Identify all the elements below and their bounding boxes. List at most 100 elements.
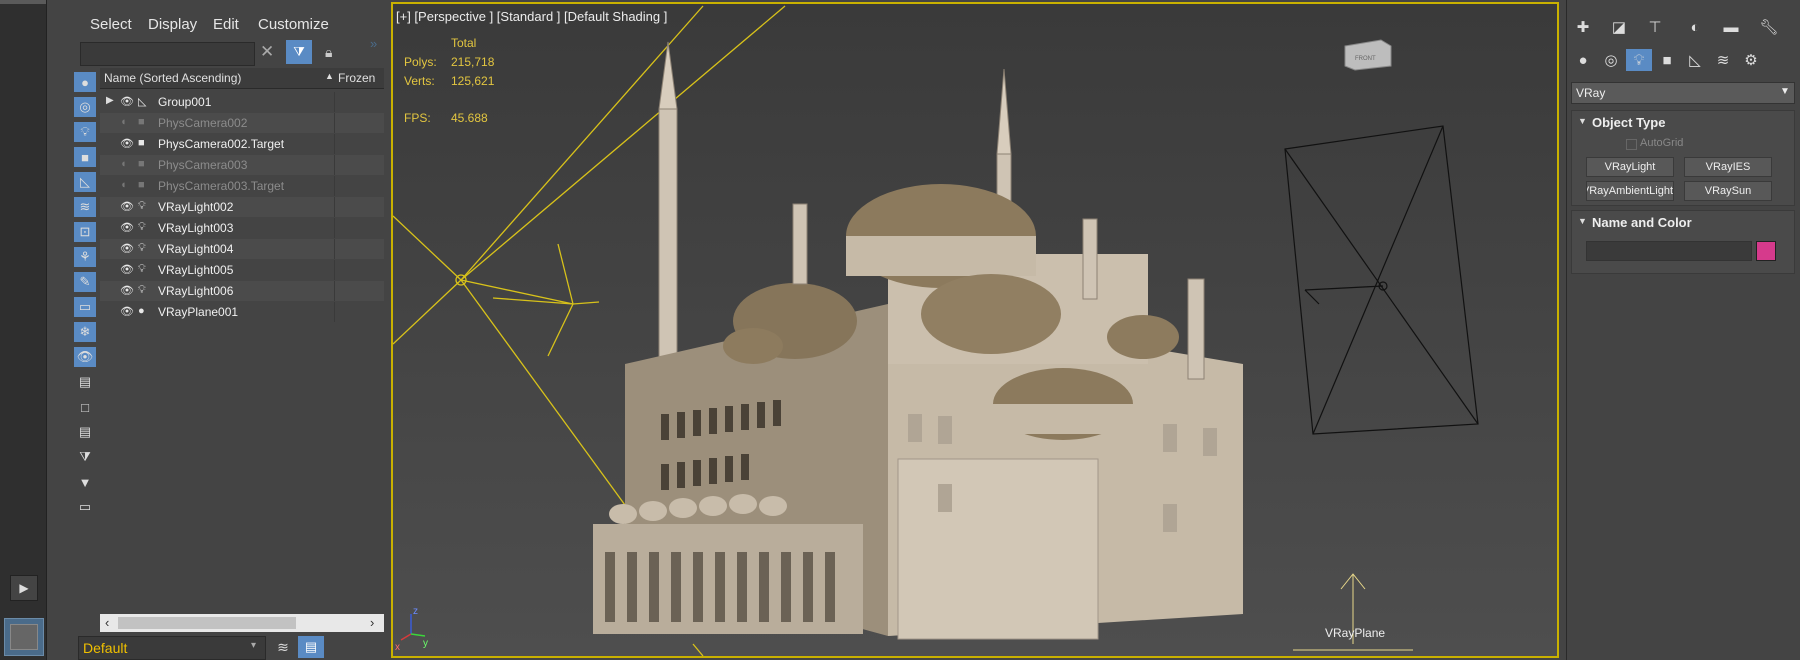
hidden-eye-icon[interactable]: ◖ <box>120 179 134 193</box>
frozen-cell[interactable] <box>334 302 385 322</box>
visibility-eye-icon[interactable]: 👁︎ <box>120 284 134 298</box>
sort-by-layer-icon[interactable]: ▤ <box>298 636 324 658</box>
scroll-left-icon[interactable]: ‹ <box>105 615 109 630</box>
frozen-cell[interactable] <box>334 155 385 175</box>
object-type-title[interactable]: Object Type <box>1592 115 1665 130</box>
collapse-arrow-icon[interactable]: ▼ <box>1578 116 1587 126</box>
geometry-category-icon[interactable]: ● <box>1570 49 1596 71</box>
frozen-cell[interactable] <box>334 218 385 238</box>
systems-category-icon[interactable]: ⚙ <box>1738 49 1764 71</box>
create-tab-icon[interactable]: ✚ <box>1570 16 1596 38</box>
list-item[interactable]: 👁︎ ● VRayPlane001 <box>100 302 384 322</box>
filter-settings-icon[interactable]: ⧩ <box>74 447 96 467</box>
horizontal-scrollbar[interactable]: ‹ › <box>100 614 384 632</box>
spacewarps-category-icon[interactable]: ≋ <box>1710 49 1736 71</box>
modify-tab-icon[interactable]: ◪ <box>1606 16 1632 38</box>
filter-toggle-button[interactable]: ⧩ <box>286 40 312 64</box>
motion-tab-icon[interactable]: ◐ <box>1682 16 1708 38</box>
hidden-eye-icon[interactable]: ◖ <box>120 116 134 130</box>
expand-button[interactable]: ▶ <box>10 575 38 601</box>
list-item[interactable]: 👁︎ 💡︎ VRayLight006 <box>100 281 384 301</box>
display-bones-icon[interactable]: ✎ <box>74 272 96 292</box>
filter-icon[interactable]: ▼ <box>74 472 96 492</box>
viewport-layout-button[interactable] <box>4 618 44 656</box>
object-name-input[interactable] <box>1586 241 1752 261</box>
viewcube[interactable]: FRONT <box>1344 39 1392 71</box>
expand-arrow-icon[interactable]: ▶ <box>106 95 114 106</box>
frozen-cell[interactable] <box>334 176 385 196</box>
autogrid-checkbox[interactable] <box>1626 139 1637 150</box>
visibility-eye-icon[interactable]: 👁︎ <box>120 305 134 319</box>
list-item[interactable]: ▶ 👁︎ ◺ Group001 <box>100 92 384 112</box>
display-cameras-icon[interactable]: ■ <box>74 147 96 167</box>
list-item[interactable]: ◖ ■ PhysCamera003.Target <box>100 176 384 196</box>
name-column-header[interactable]: Name (Sorted Ascending) <box>104 71 241 85</box>
visibility-eye-icon[interactable]: 👁︎ <box>120 242 134 256</box>
frozen-column-header[interactable]: Frozen <box>338 71 375 85</box>
shapes-category-icon[interactable]: ◎ <box>1598 49 1624 71</box>
perspective-viewport[interactable]: z x y FRONT <box>391 2 1559 658</box>
name-and-color-title[interactable]: Name and Color <box>1592 215 1692 230</box>
menu-display[interactable]: Display <box>148 16 197 33</box>
visibility-eye-icon[interactable]: 👁︎ <box>120 263 134 277</box>
utilities-tab-icon[interactable]: 🔧︎ <box>1756 16 1782 38</box>
display-all-icon[interactable]: ▤ <box>74 372 96 392</box>
display-none-icon[interactable]: □ <box>74 397 96 417</box>
frozen-cell[interactable] <box>334 134 385 154</box>
list-item[interactable]: 👁︎ 💡︎ VRayLight002 <box>100 197 384 217</box>
list-item[interactable]: 👁︎ 💡︎ VRayLight005 <box>100 260 384 280</box>
collapse-icon[interactable]: » <box>370 36 377 51</box>
display-frozen-icon[interactable]: ❄ <box>74 322 96 342</box>
light-type-dropdown[interactable]: VRay ▼ <box>1571 82 1795 104</box>
explorer-search-input[interactable] <box>80 42 255 66</box>
list-item[interactable]: ◖ ■ PhysCamera002 <box>100 113 384 133</box>
display-groups-icon[interactable]: ⊡ <box>74 222 96 242</box>
collapse-arrow-icon[interactable]: ▼ <box>1578 216 1587 226</box>
lock-icon[interactable]: 🔒︎ <box>325 44 332 61</box>
frozen-cell[interactable] <box>334 281 385 301</box>
layer-dropdown[interactable]: Default ▾ <box>78 636 266 660</box>
hidden-eye-icon[interactable]: ◖ <box>120 158 134 172</box>
display-lights-icon[interactable]: 💡︎ <box>74 122 96 142</box>
clear-search-icon[interactable]: ✕ <box>260 42 278 64</box>
menu-edit[interactable]: Edit <box>213 16 239 33</box>
layers-icon[interactable]: ≋ <box>270 636 296 658</box>
frozen-cell[interactable] <box>334 113 385 133</box>
vrayies-button[interactable]: VRayIES <box>1684 157 1772 177</box>
visibility-eye-icon[interactable]: 👁︎ <box>120 137 134 151</box>
frozen-cell[interactable] <box>334 239 385 259</box>
display-tab-icon[interactable]: ▬ <box>1718 16 1744 38</box>
display-geometry-icon[interactable]: ● <box>74 72 96 92</box>
display-shapes-icon[interactable]: ◎ <box>74 97 96 117</box>
display-spacewarps-icon[interactable]: ≋ <box>74 197 96 217</box>
visibility-eye-icon[interactable]: 👁︎ <box>120 95 134 109</box>
lights-category-icon[interactable]: 💡︎ <box>1626 49 1652 71</box>
frozen-cell[interactable] <box>334 197 385 217</box>
visibility-eye-icon[interactable]: 👁︎ <box>120 221 134 235</box>
vraylight-button[interactable]: VRayLight <box>1586 157 1674 177</box>
display-containers-icon[interactable]: ▭ <box>74 297 96 317</box>
display-invert-icon[interactable]: ▤ <box>74 422 96 442</box>
frozen-cell[interactable] <box>334 92 385 112</box>
vrayambientlight-button[interactable]: VRayAmbientLight <box>1586 181 1674 201</box>
display-hidden-icon[interactable]: 👁︎ <box>74 347 96 367</box>
list-item[interactable]: 👁︎ 💡︎ VRayLight003 <box>100 218 384 238</box>
display-helpers-icon[interactable]: ◺ <box>74 172 96 192</box>
list-item[interactable]: 👁︎ 💡︎ VRayLight004 <box>100 239 384 259</box>
menu-select[interactable]: Select <box>90 16 132 33</box>
menu-customize[interactable]: Customize <box>258 16 329 33</box>
cameras-category-icon[interactable]: ■ <box>1654 49 1680 71</box>
frozen-cell[interactable] <box>334 260 385 280</box>
vraysun-button[interactable]: VRaySun <box>1684 181 1772 201</box>
layer-manager-icon[interactable]: ▭ <box>74 497 96 517</box>
viewport-label[interactable]: [+] [Perspective ] [Standard ] [Default … <box>396 9 667 24</box>
helpers-category-icon[interactable]: ◺ <box>1682 49 1708 71</box>
list-item[interactable]: 👁︎ ■ PhysCamera002.Target <box>100 134 384 154</box>
hierarchy-tab-icon[interactable]: ⊤ <box>1642 16 1668 38</box>
list-item[interactable]: ◖ ■ PhysCamera003 <box>100 155 384 175</box>
display-xrefs-icon[interactable]: ⚘ <box>74 247 96 267</box>
object-color-swatch[interactable] <box>1756 241 1776 261</box>
visibility-eye-icon[interactable]: 👁︎ <box>120 200 134 214</box>
scroll-right-icon[interactable]: › <box>370 615 374 630</box>
scroll-thumb[interactable] <box>118 617 296 629</box>
